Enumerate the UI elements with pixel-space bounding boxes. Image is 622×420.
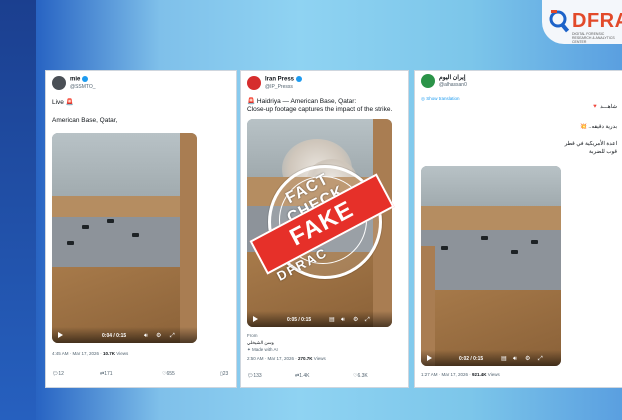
author-handle[interactable]: @alhassan0 bbox=[439, 82, 467, 88]
tweet-card-3[interactable]: إيران اليوم @alhassan0 ◎ Show translatio… bbox=[414, 70, 622, 388]
tweet-text-line2: Close-up footage captures the impact of … bbox=[247, 106, 393, 113]
play-icon[interactable] bbox=[253, 316, 258, 322]
tweet-text-line2: American Base, Qatar, bbox=[52, 117, 118, 124]
settings-icon[interactable]: ⚙ bbox=[353, 317, 358, 323]
volume-icon[interactable]: 🔊︎ bbox=[513, 356, 517, 362]
repost-count: 171 bbox=[104, 371, 113, 377]
timestamp: 1:27 AM · Mar 17, 2026 · bbox=[421, 372, 473, 377]
views-label: Views bbox=[486, 372, 500, 377]
avatar[interactable] bbox=[421, 74, 435, 88]
volume-icon[interactable]: 🔊︎ bbox=[341, 317, 345, 323]
repost-button[interactable]: ⇄ 171 bbox=[100, 371, 113, 377]
verified-icon bbox=[82, 76, 89, 82]
magnifier-icon bbox=[549, 10, 570, 33]
author-name[interactable]: mie bbox=[70, 77, 80, 83]
logo-subtitle: DIGITAL FORENSIC RESEARCH & ANALYTICS CE… bbox=[572, 32, 615, 44]
author-name[interactable]: Iran Press bbox=[265, 77, 294, 83]
captions-icon[interactable]: ▤ bbox=[501, 356, 507, 362]
video-time: 0:04 / 0:15 bbox=[102, 333, 127, 339]
tweet-card-1[interactable]: mie @SSMTO_ Live 🚨 American Base, Qatar,… bbox=[45, 70, 237, 388]
from-label: From bbox=[247, 333, 258, 338]
views-label: Views bbox=[312, 356, 326, 361]
video-player[interactable]: 0:04 / 0:15 🔊︎ ⚙ ⤢ bbox=[52, 133, 197, 343]
verified-icon bbox=[296, 76, 303, 82]
bookmark-button[interactable]: ▯ 23 bbox=[220, 371, 228, 377]
settings-icon[interactable]: ⚙ bbox=[525, 356, 530, 362]
captions-icon[interactable]: ▤ bbox=[329, 317, 335, 323]
made-with-ai: Made with AI bbox=[252, 347, 278, 352]
settings-icon[interactable]: ⚙ bbox=[156, 333, 161, 339]
views-count: 270.7K bbox=[298, 356, 313, 361]
timestamp: 4:45 AM · Mar 17, 2026 · bbox=[52, 351, 104, 356]
like-count: 655 bbox=[166, 371, 175, 377]
repost-count: 1.4K bbox=[299, 373, 310, 379]
video-time: 0:05 / 0:15 bbox=[287, 317, 312, 323]
tweet-text-line1: Live 🚨 bbox=[52, 99, 74, 106]
video-time: 0:02 / 0:15 bbox=[459, 356, 484, 362]
dfrac-logo: DFRA DIGITAL FORENSIC RESEARCH & ANALYTI… bbox=[542, 0, 622, 44]
show-translation-link[interactable]: Show translation bbox=[426, 96, 459, 101]
from-name[interactable]: وسن الشيخلي bbox=[247, 340, 274, 346]
author-name[interactable]: إيران اليوم bbox=[439, 74, 466, 81]
reply-button[interactable]: 💬︎ 12 bbox=[52, 371, 64, 377]
logo-text: DFRA bbox=[572, 10, 622, 32]
author-handle[interactable]: @IP_Presss bbox=[265, 84, 293, 90]
play-icon[interactable] bbox=[427, 355, 432, 361]
fullscreen-icon[interactable]: ⤢ bbox=[538, 356, 543, 362]
tweet-text-line2: بدرية دقيقه.. 💥 bbox=[580, 124, 617, 130]
tweet-text-line1: 🚨 Haidriya — American Base, Qatar: bbox=[247, 98, 357, 105]
like-button[interactable]: ♡ 6.3K bbox=[353, 373, 368, 379]
tweet-text-line1: شاهـــد 🔻 bbox=[591, 104, 617, 110]
like-count: 6.3K bbox=[357, 373, 368, 379]
volume-icon[interactable]: 🔊︎ bbox=[144, 333, 148, 339]
timestamp: 2:50 AM · Mar 17, 2026 · bbox=[247, 356, 299, 361]
views-count: 921.4K bbox=[472, 372, 487, 377]
play-icon[interactable] bbox=[58, 332, 63, 338]
fullscreen-icon[interactable]: ⤢ bbox=[365, 317, 370, 323]
fullscreen-icon[interactable]: ⤢ bbox=[170, 333, 175, 339]
author-handle[interactable]: @SSMTO_ bbox=[70, 84, 96, 90]
reply-count: 133 bbox=[253, 373, 262, 379]
tweet-text-line4: قوب للضربة bbox=[589, 149, 617, 155]
bookmark-count: 23 bbox=[222, 371, 229, 377]
reply-count: 12 bbox=[58, 371, 64, 377]
avatar[interactable] bbox=[52, 76, 66, 90]
repost-button[interactable]: ⇄ 1.4K bbox=[295, 373, 310, 379]
views-count: 10.7K bbox=[103, 351, 116, 356]
left-accent-bar bbox=[0, 0, 36, 420]
video-player[interactable]: 0:02 / 0:15 ▤ 🔊︎ ⚙ ⤢ bbox=[421, 166, 561, 366]
reply-button[interactable]: 💬︎ 133 bbox=[247, 373, 262, 379]
views-label: Views bbox=[115, 351, 129, 356]
like-button[interactable]: ♡ 655 bbox=[162, 371, 175, 377]
avatar[interactable] bbox=[247, 76, 261, 90]
tweet-text-line3: اعدة الأمريكية في قطر bbox=[564, 141, 617, 147]
